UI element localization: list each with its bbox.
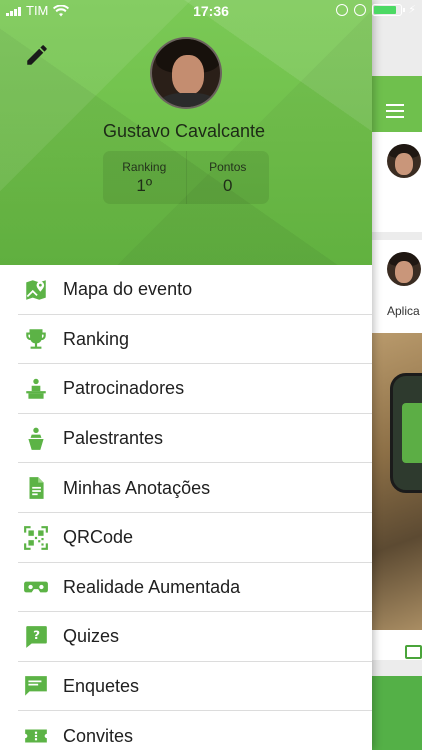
menu-item-my-notes[interactable]: Minhas Anotações	[0, 463, 372, 513]
battery-icon	[372, 3, 406, 16]
sponsor-podium-icon	[23, 376, 49, 402]
quiz-icon: ?	[23, 624, 49, 650]
stat-label: Ranking	[122, 160, 167, 174]
speaker-icon	[23, 426, 49, 452]
stat-value: 1º	[136, 176, 153, 195]
menu-item-speakers[interactable]: Palestrantes	[0, 414, 372, 464]
background-bottom-bar	[372, 676, 422, 750]
menu-item-label: Patrocinadores	[63, 378, 185, 399]
charging-icon: ⚡	[408, 4, 416, 16]
trophy-icon	[23, 326, 49, 352]
menu-icon[interactable]	[386, 104, 404, 118]
profile-name: Gustavo Cavalcante	[102, 121, 266, 141]
drawer-header: Gustavo Cavalcante Ranking 1º Pontos 0	[0, 0, 372, 265]
stat-ranking: Ranking 1º	[103, 151, 186, 204]
news-icon[interactable]	[405, 645, 422, 659]
post-caption: Aplica	[387, 304, 420, 318]
avatar	[387, 252, 421, 286]
svg-text:?: ?	[33, 628, 40, 642]
menu-item-qrcode[interactable]: QRCode	[0, 513, 372, 563]
chat-icon	[23, 674, 49, 700]
ticket-icon	[23, 723, 49, 749]
avatar	[387, 144, 421, 178]
alarm-icon	[354, 3, 367, 16]
vr-headset-icon	[23, 574, 49, 600]
drawer-menu: Mapa do evento Ranking Patrocinadores Pa…	[0, 265, 372, 750]
menu-item-label: Mapa do evento	[63, 279, 193, 300]
stat-value: 0	[223, 176, 233, 195]
map-pin-icon	[23, 277, 49, 303]
menu-item-label: Quizes	[63, 626, 120, 647]
menu-item-sponsors[interactable]: Patrocinadores	[0, 364, 372, 414]
stat-label: Pontos	[209, 160, 247, 174]
menu-item-label: Realidade Aumentada	[63, 576, 241, 597]
menu-item-label: Minhas Anotações	[63, 477, 211, 498]
menu-item-label: Ranking	[63, 328, 130, 349]
feed-card[interactable]	[372, 132, 422, 232]
edit-profile-button[interactable]	[24, 42, 50, 68]
navigation-drawer: Gustavo Cavalcante Ranking 1º Pontos 0 M…	[0, 0, 372, 750]
profile-stats: Ranking 1º Pontos 0	[103, 151, 269, 204]
menu-item-event-map[interactable]: Mapa do evento	[0, 265, 372, 315]
post-photo	[372, 333, 422, 630]
profile-avatar[interactable]	[150, 37, 222, 109]
menu-item-augmented-reality[interactable]: Realidade Aumentada	[0, 563, 372, 613]
menu-item-ranking[interactable]: Ranking	[0, 315, 372, 365]
menu-item-label: Palestrantes	[63, 428, 164, 449]
menu-item-label: QRCode	[63, 527, 134, 548]
document-icon	[23, 475, 49, 501]
menu-item-invites[interactable]: Convites	[0, 711, 372, 750]
pencil-icon	[27, 45, 47, 65]
menu-item-quizzes[interactable]: ? Quizes	[0, 612, 372, 662]
menu-item-label: Convites	[63, 725, 134, 746]
menu-item-polls[interactable]: Enquetes	[0, 662, 372, 712]
background-app: Aplica	[372, 0, 422, 750]
stat-points: Pontos 0	[185, 151, 270, 204]
status-bar: TIM 17:36 ⚡	[0, 0, 422, 22]
orientation-lock-icon	[336, 3, 349, 16]
qrcode-icon	[23, 525, 49, 551]
menu-item-label: Enquetes	[63, 676, 140, 697]
